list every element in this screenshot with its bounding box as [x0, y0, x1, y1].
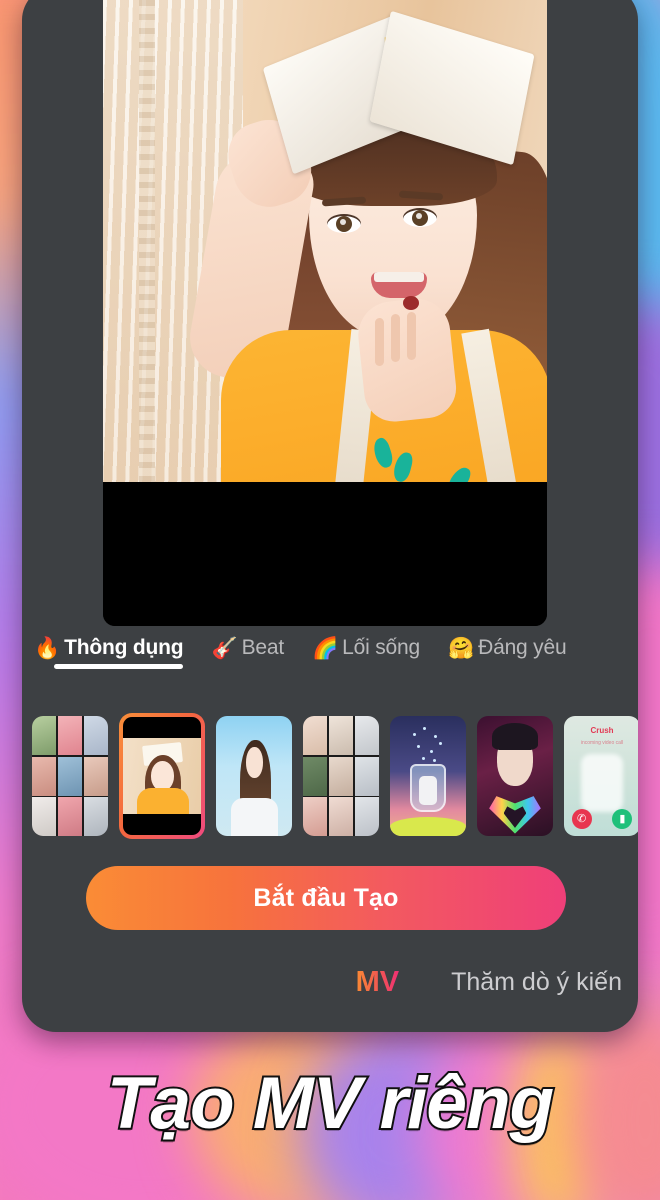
video-letterbox	[103, 482, 547, 626]
hugging-face-icon: 🤗	[447, 636, 475, 660]
tab-thong-dung[interactable]: 🔥 Thông dụng	[34, 634, 184, 669]
bottom-navigation: MV Thăm dò ý kiến	[22, 958, 638, 1006]
collage-grid	[303, 716, 379, 836]
tab-label: Beat	[241, 636, 285, 659]
template-thumbnail[interactable]: Crush incoming video call ✆ ▮	[564, 716, 638, 836]
promo-headline-text: Tạo MV riêng	[105, 1061, 556, 1146]
template-thumbnail[interactable]	[390, 716, 466, 836]
phone-mockup: 🔥 Thông dụng 🎸 Beat 🌈 Lối sống 🤗 Đáng yê…	[22, 0, 638, 1032]
template-thumbnail[interactable]	[32, 716, 108, 836]
template-thumbnail[interactable]	[303, 716, 379, 836]
fire-icon: 🔥	[34, 636, 61, 660]
guitar-icon: 🎸	[211, 636, 238, 660]
category-tabs: 🔥 Thông dụng 🎸 Beat 🌈 Lối sống 🤗 Đáng yê…	[22, 634, 638, 696]
video-frame	[103, 0, 547, 482]
template-thumbnail-selected[interactable]	[119, 713, 205, 839]
start-create-button[interactable]: Bắt đầu Tạo	[86, 866, 566, 930]
nav-item-poll[interactable]: Thăm dò ý kiến	[451, 968, 622, 997]
crush-label: Crush	[590, 725, 614, 735]
tab-label: Thông dụng	[64, 636, 184, 659]
promo-headline: Tạo MV riêng	[0, 1061, 660, 1146]
tab-loi-song[interactable]: 🌈 Lối sống	[312, 634, 420, 660]
collage-grid	[32, 716, 108, 836]
thumbnail-preview	[123, 738, 201, 814]
video-call-icon: ▮	[612, 808, 633, 829]
tab-label: Đáng yêu	[478, 636, 567, 659]
phone-down-icon: ✆	[571, 808, 592, 829]
nav-item-mv[interactable]: MV	[356, 966, 400, 999]
template-thumbnail-strip[interactable]: Crush incoming video call ✆ ▮	[32, 712, 638, 840]
start-create-label: Bắt đầu Tạo	[253, 883, 399, 912]
crush-subtitle: incoming video call	[580, 740, 624, 746]
tab-label: Lối sống	[342, 636, 420, 659]
template-thumbnail[interactable]	[477, 716, 553, 836]
video-preview[interactable]	[103, 0, 547, 626]
tab-active-underline	[54, 664, 184, 669]
tab-dang-yeu[interactable]: 🤗 Đáng yêu	[447, 634, 567, 660]
tab-beat[interactable]: 🎸 Beat	[211, 634, 284, 660]
rainbow-icon: 🌈	[312, 636, 339, 660]
template-thumbnail[interactable]	[216, 716, 292, 836]
